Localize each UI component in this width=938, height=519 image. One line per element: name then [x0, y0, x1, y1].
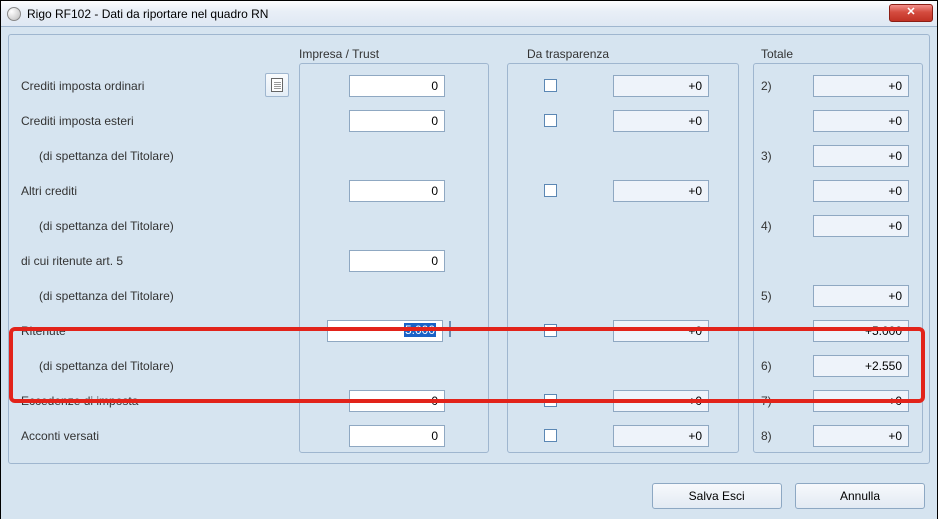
- label-acconti: Acconti versati: [21, 429, 99, 443]
- input-crediti-esteri-sp-tot: [813, 145, 909, 167]
- label-eccedenze: Eccedenze di imposta: [21, 394, 138, 408]
- check-ritenute-trasp[interactable]: [544, 324, 557, 337]
- label-ritenute-art5-spettanza: (di spettanza del Titolare): [39, 289, 174, 303]
- input-crediti-ordinari-trasp[interactable]: [613, 75, 709, 97]
- totlabel-7: 7): [761, 394, 772, 408]
- totlabel-4: 4): [761, 219, 772, 233]
- input-ritenute-sp-tot: [813, 355, 909, 377]
- totlabel-6: 6): [761, 359, 772, 373]
- check-acconti-trasp[interactable]: [544, 429, 557, 442]
- totlabel-5: 5): [761, 289, 772, 303]
- input-eccedenze-trasp[interactable]: [613, 390, 709, 412]
- input-crediti-ordinari-tot: [813, 75, 909, 97]
- document-icon: [271, 78, 283, 92]
- totlabel-3: 3): [761, 149, 772, 163]
- window-title: Rigo RF102 - Dati da riportare nel quadr…: [27, 7, 268, 21]
- label-crediti-esteri-spettanza: (di spettanza del Titolare): [39, 149, 174, 163]
- label-ritenute: Ritenute: [21, 324, 66, 338]
- input-acconti-tot: [813, 425, 909, 447]
- close-button[interactable]: ✕: [889, 4, 933, 22]
- input-ritenute-impresa[interactable]: 5.000: [327, 320, 443, 342]
- check-crediti-ordinari-trasp[interactable]: [544, 79, 557, 92]
- check-eccedenze-trasp[interactable]: [544, 394, 557, 407]
- totlabel-8: 8): [761, 429, 772, 443]
- calculator-icon[interactable]: [449, 322, 451, 336]
- label-altri-crediti-spettanza: (di spettanza del Titolare): [39, 219, 174, 233]
- input-crediti-esteri-impresa[interactable]: [349, 110, 445, 132]
- input-altri-crediti-impresa[interactable]: [349, 180, 445, 202]
- input-altri-crediti-sp-tot: [813, 215, 909, 237]
- label-ritenute-spettanza: (di spettanza del Titolare): [39, 359, 174, 373]
- input-ritenute-trasp[interactable]: [613, 320, 709, 342]
- label-altri-crediti: Altri crediti: [21, 184, 77, 198]
- titlebar: Rigo RF102 - Dati da riportare nel quadr…: [1, 1, 937, 27]
- cancel-button[interactable]: Annulla: [795, 483, 925, 509]
- label-ritenute-art5: di cui ritenute art. 5: [21, 254, 123, 268]
- input-ritenute-art5-sp-tot: [813, 285, 909, 307]
- input-ritenute-art5-impresa[interactable]: [349, 250, 445, 272]
- main-panel: Impresa / Trust Da trasparenza Totale Cr…: [8, 34, 930, 464]
- check-crediti-esteri-trasp[interactable]: [544, 114, 557, 127]
- totlabel-2: 2): [761, 79, 772, 93]
- document-button[interactable]: [265, 73, 289, 97]
- input-altri-crediti-trasp[interactable]: [613, 180, 709, 202]
- content-area: Impresa / Trust Da trasparenza Totale Cr…: [1, 27, 937, 519]
- input-eccedenze-tot: [813, 390, 909, 412]
- footer-buttons: Salva Esci Annulla: [642, 483, 925, 509]
- label-crediti-ordinari: Crediti imposta ordinari: [21, 79, 144, 93]
- app-icon: [7, 7, 21, 21]
- header-totale: Totale: [761, 47, 793, 61]
- input-altri-crediti-tot: [813, 180, 909, 202]
- input-ritenute-tot: [813, 320, 909, 342]
- label-crediti-esteri: Crediti imposta esteri: [21, 114, 134, 128]
- input-crediti-esteri-trasp[interactable]: [613, 110, 709, 132]
- input-acconti-trasp[interactable]: [613, 425, 709, 447]
- input-acconti-impresa[interactable]: [349, 425, 445, 447]
- input-eccedenze-impresa[interactable]: [349, 390, 445, 412]
- header-impresa: Impresa / Trust: [299, 47, 379, 61]
- input-crediti-ordinari-impresa[interactable]: [349, 75, 445, 97]
- save-exit-button[interactable]: Salva Esci: [652, 483, 782, 509]
- dialog-window: Rigo RF102 - Dati da riportare nel quadr…: [0, 0, 938, 519]
- check-altri-crediti-trasp[interactable]: [544, 184, 557, 197]
- header-trasparenza: Da trasparenza: [527, 47, 609, 61]
- input-crediti-esteri-tot: [813, 110, 909, 132]
